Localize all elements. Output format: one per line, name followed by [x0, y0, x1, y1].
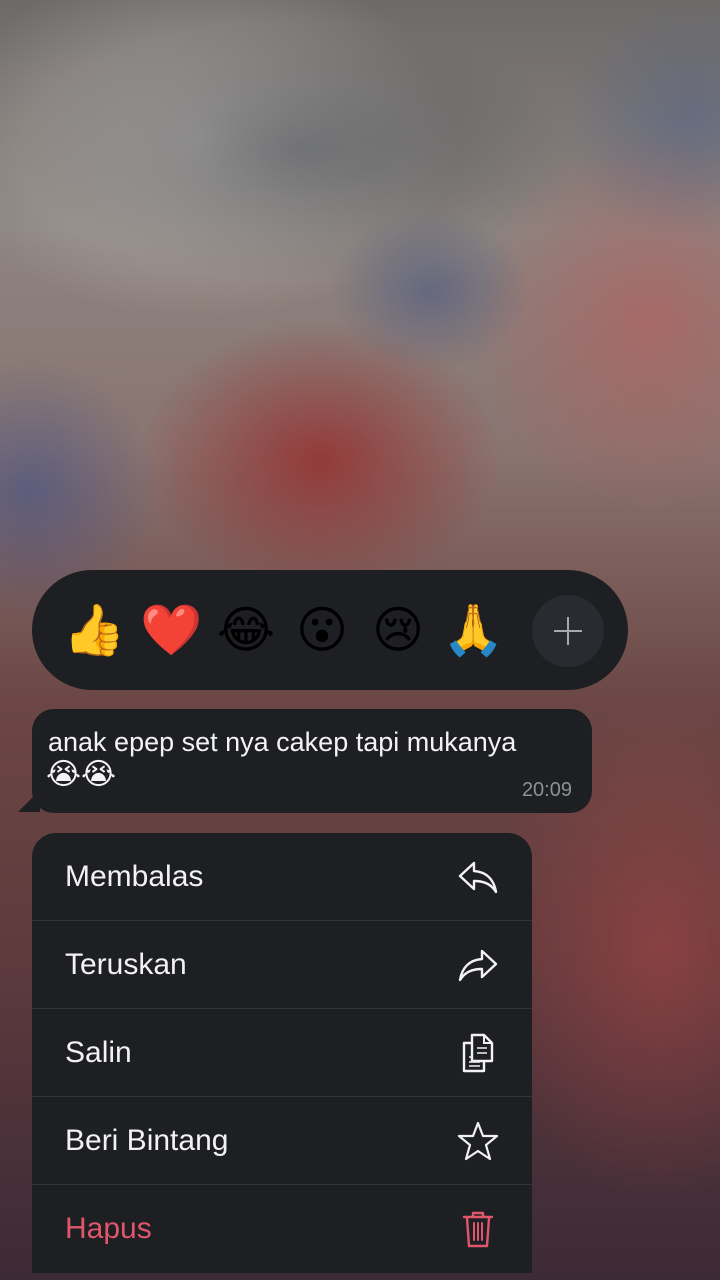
menu-item-delete[interactable]: Hapus: [32, 1185, 532, 1273]
menu-item-star[interactable]: Beri Bintang: [32, 1097, 532, 1185]
menu-item-label: Membalas: [65, 860, 204, 893]
menu-item-forward[interactable]: Teruskan: [32, 921, 532, 1009]
reaction-bar: 👍 ❤️ 😂 😮 😢 🙏: [32, 570, 628, 690]
red-heart-reaction[interactable]: ❤️: [140, 600, 202, 660]
thumbs-up-reaction[interactable]: 👍: [63, 600, 125, 660]
tears-of-joy-reaction[interactable]: 😂: [216, 600, 276, 660]
context-menu: Membalas Teruskan Salin Beri Bintang Hap…: [32, 833, 532, 1273]
star-icon: [457, 1121, 499, 1161]
menu-item-label: Beri Bintang: [65, 1124, 229, 1157]
trash-icon: [462, 1211, 494, 1248]
menu-item-label: Hapus: [65, 1212, 152, 1245]
crying-face-reaction[interactable]: 😢: [368, 600, 428, 660]
message-emoji: 😭😭: [46, 757, 117, 792]
message-text: anak epep set nya cakep tapi mukanya: [48, 727, 517, 757]
menu-item-copy[interactable]: Salin: [32, 1009, 532, 1097]
forward-icon: [458, 949, 498, 982]
more-reactions-button[interactable]: [532, 595, 604, 667]
menu-item-reply[interactable]: Membalas: [32, 833, 532, 921]
menu-item-label: Teruskan: [65, 948, 187, 981]
surprised-face-reaction[interactable]: 😮: [292, 600, 352, 660]
message-timestamp: 20:09: [521, 779, 572, 801]
reply-icon: [458, 861, 498, 894]
copy-icon: [462, 1033, 494, 1073]
message-bubble[interactable]: anak epep set nya cakep tapi mukanya 😭😭 …: [32, 709, 592, 813]
menu-item-label: Salin: [65, 1036, 132, 1069]
folded-hands-reaction[interactable]: 🙏: [442, 600, 504, 660]
